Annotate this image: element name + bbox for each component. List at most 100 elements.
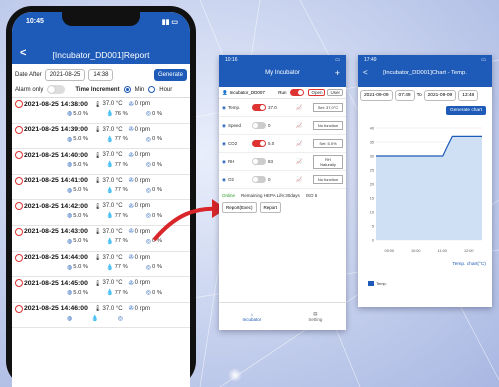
date-range-row: 2021-09-09 07:49 To 2021-09-09 13:48 xyxy=(358,87,492,104)
parameter-toggle[interactable] xyxy=(251,176,266,183)
date-input[interactable]: 2021-08-25 xyxy=(44,69,86,81)
record-o2: 0 % xyxy=(152,161,163,168)
table-row[interactable]: 2021-08-25 14:44:00 🌡 37.0 °C ✇ 0 rpm ◍ … xyxy=(12,252,190,278)
record-rh: 77 % xyxy=(114,289,128,296)
parameter-set-button[interactable]: Set: 5.0% xyxy=(313,139,343,148)
parameter-list: ◉ Temp. 37.0 📈 Set: 37.0°C ◉ Speed 0 📈 No… xyxy=(219,99,346,189)
table-row[interactable]: 2021-08-25 14:38:00 🌡 37.0 °C ✇ 0 rpm ◍ … xyxy=(12,98,190,124)
o2-icon: ◎ xyxy=(145,136,152,143)
hour-radio[interactable] xyxy=(148,86,156,93)
from-time-input[interactable]: 07:49 xyxy=(394,90,415,101)
parameter-value: 83 xyxy=(267,159,273,164)
incubator-title: My Incubator xyxy=(265,70,300,76)
clock-icon xyxy=(15,279,23,288)
chart-icon[interactable]: 📈 xyxy=(296,105,302,111)
fan-icon: ✇ xyxy=(128,229,134,236)
from-date-input[interactable]: 2021-09-09 xyxy=(360,90,393,101)
thermometer-icon: 🌡 xyxy=(93,127,102,134)
parameter-icon: ◉ xyxy=(222,104,226,110)
humidity-icon: 💧 xyxy=(106,111,114,117)
run-toggle[interactable] xyxy=(290,89,305,96)
report-buttons: Report(Exec) Report xyxy=(219,202,346,213)
record-rpm: 0 rpm xyxy=(134,203,150,210)
parameter-icon: ◉ xyxy=(222,176,226,182)
parameter-toggle[interactable] xyxy=(251,104,266,111)
incubator-header: 10:16 ▭ My Incubator + xyxy=(219,55,346,87)
co2-icon: ◍ xyxy=(67,187,73,194)
tab-incubator[interactable]: ⌂ Incubator xyxy=(243,312,262,322)
parameter-set-button[interactable]: Set: 37.0°C xyxy=(313,103,343,112)
generate-chart-button[interactable]: Generate chart xyxy=(446,106,486,115)
options-bar: Alarm only Time Increment Min Hour xyxy=(12,83,190,98)
record-timestamp: 2021-08-25 14:46:00 xyxy=(24,305,88,313)
chart-icon[interactable]: 📈 xyxy=(296,159,302,165)
parameter-toggle[interactable] xyxy=(251,140,266,147)
page-title: [Incubator_DD001]Report xyxy=(52,50,150,60)
thermometer-icon: 🌡 xyxy=(93,178,102,185)
date-after-label: Date After xyxy=(15,72,42,78)
y-tick-label: 30 xyxy=(370,154,374,158)
chart-icon[interactable]: 📈 xyxy=(296,177,302,183)
record-timestamp: 2021-08-25 14:43:00 xyxy=(24,228,88,236)
add-icon[interactable]: + xyxy=(335,68,340,78)
co2-icon: ◍ xyxy=(67,111,73,117)
thermometer-icon: 🌡 xyxy=(93,101,102,108)
parameter-set-button[interactable]: RH Naturally xyxy=(313,154,343,169)
generate-button[interactable]: Generate xyxy=(153,69,187,81)
parameter-value: 37.0 xyxy=(267,105,277,110)
thermometer-icon: 🌡 xyxy=(93,255,102,262)
record-temp: 37.0 °C xyxy=(102,228,123,235)
chart-icon[interactable]: 📈 xyxy=(296,141,302,147)
thermometer-icon: 🌡 xyxy=(93,152,102,159)
open-button[interactable]: Open xyxy=(308,89,326,96)
record-co2: 5.0 % xyxy=(73,289,89,296)
parameter-row: ◉ Temp. 37.0 📈 Set: 37.0°C xyxy=(219,99,346,117)
record-rh: 77 % xyxy=(114,238,128,245)
chart-screen: 17:49 ▭ < [Incubator_DD001]Chart - Temp. … xyxy=(358,55,492,307)
clock-icon xyxy=(15,227,23,236)
min-radio[interactable] xyxy=(123,86,131,93)
report-excel-button[interactable]: Report(Exec) xyxy=(222,202,257,213)
parameter-set-button[interactable]: No function xyxy=(313,121,343,130)
user-button[interactable]: User xyxy=(327,89,343,96)
table-row[interactable]: 2021-08-25 14:46:00 🌡 37.0 °C ✇ 0 rpm ◍ … xyxy=(12,303,190,329)
status-time: 10:16 xyxy=(225,57,238,63)
status-time: 17:49 xyxy=(364,57,377,63)
tab-incubator-label: Incubator xyxy=(242,316,262,322)
clock-icon xyxy=(15,151,23,160)
chart-title: Temp. chart(°C) xyxy=(452,262,486,267)
co2-icon: ◍ xyxy=(67,264,73,271)
parameter-name: CO2 xyxy=(227,141,238,146)
to-time-input[interactable]: 13:48 xyxy=(458,90,479,101)
chart-icon[interactable]: 📈 xyxy=(296,123,302,129)
o2-icon: ◎ xyxy=(145,290,152,297)
to-date-input[interactable]: 2021-09-09 xyxy=(423,90,457,101)
report-button[interactable]: Report xyxy=(259,202,282,213)
parameter-toggle[interactable] xyxy=(251,122,266,129)
co2-icon: ◍ xyxy=(67,162,73,169)
alarm-only-toggle[interactable] xyxy=(47,85,66,94)
record-co2: 5.0 % xyxy=(73,187,89,194)
tab-setting[interactable]: ▤ Setting xyxy=(308,311,322,322)
o2-icon: ◎ xyxy=(145,264,152,271)
table-row[interactable]: 2021-08-25 14:39:00 🌡 37.0 °C ✇ 0 rpm ◍ … xyxy=(12,124,190,150)
phone-header: 10:45 ▮▮ ▭ < [Incubator_DD001]Report xyxy=(12,12,190,64)
time-input[interactable]: 14:38 xyxy=(88,69,114,81)
legend-label: Temp. xyxy=(376,281,387,286)
y-tick-label: 15 xyxy=(370,196,374,200)
parameter-toggle[interactable] xyxy=(251,158,266,165)
x-tick-label: 10:00 xyxy=(411,249,421,253)
record-temp: 37.0 °C xyxy=(102,177,123,184)
table-row[interactable]: 2021-08-25 14:45:00 🌡 37.0 °C ✇ 0 rpm ◍ … xyxy=(12,277,190,303)
record-co2: 5.0 % xyxy=(73,264,89,271)
parameter-row: ◉ O2 0 📈 No function xyxy=(219,171,346,189)
parameter-set-button[interactable]: No function xyxy=(313,175,343,184)
o2-icon: ◎ xyxy=(117,315,123,322)
iso-class: ISO 5 xyxy=(305,193,318,198)
table-row[interactable]: 2021-08-25 14:40:00 🌡 37.0 °C ✇ 0 rpm ◍ … xyxy=(12,149,190,175)
record-co2: 5.0 % xyxy=(73,238,89,245)
parameter-name: Temp. xyxy=(227,105,241,110)
user-icon: 👤 xyxy=(222,89,228,95)
hepa-life: Remaining HEPA Life:30days xyxy=(241,193,300,198)
record-temp: 37.0 °C xyxy=(102,254,123,261)
